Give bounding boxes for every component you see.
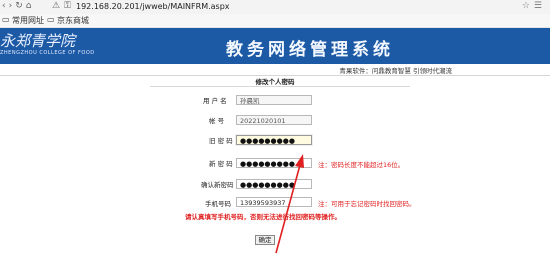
annotation-arrow-icon	[275, 154, 304, 254]
